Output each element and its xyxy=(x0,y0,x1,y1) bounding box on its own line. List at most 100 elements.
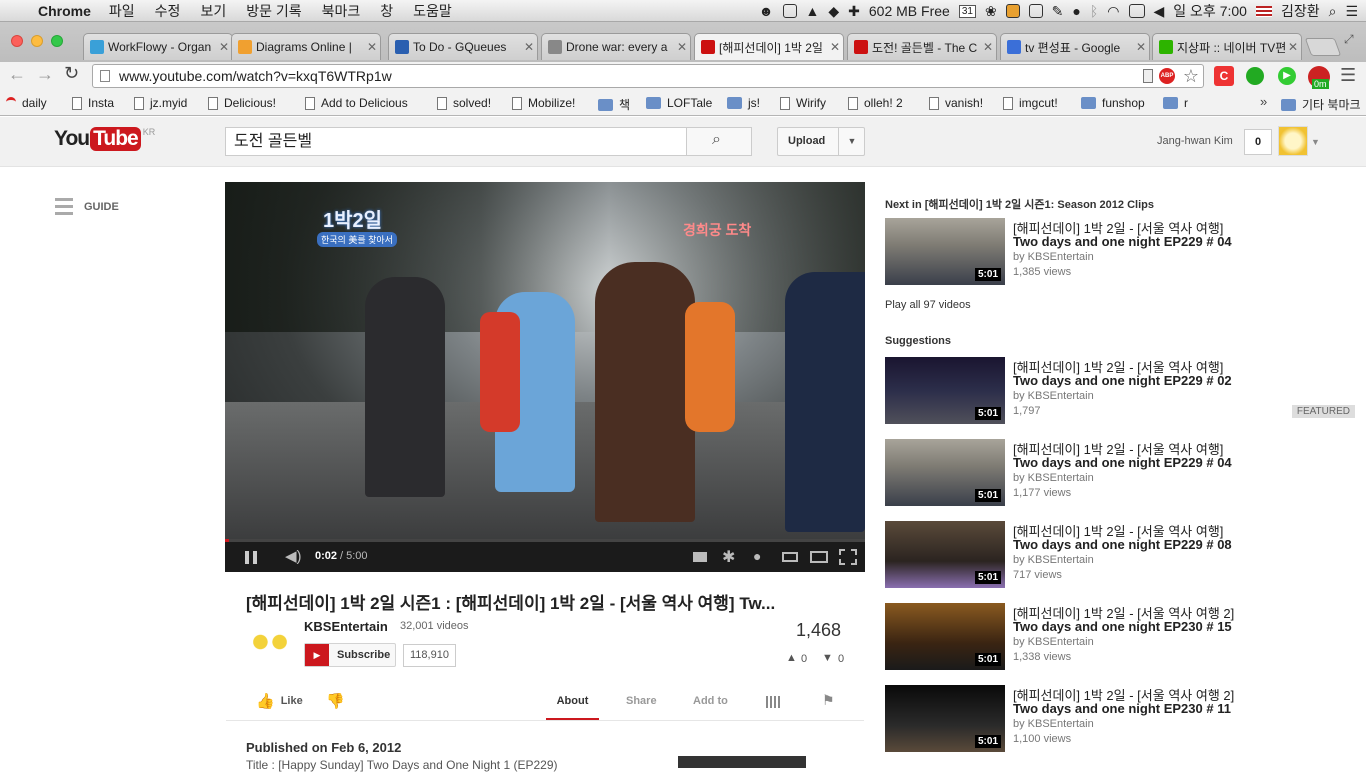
large-player-icon[interactable] xyxy=(810,551,828,563)
video-thumbnail[interactable]: 5:01 xyxy=(885,603,1005,670)
browser-tab[interactable]: Drone war: every a ✕ xyxy=(541,33,691,60)
progress-bar[interactable] xyxy=(225,539,865,542)
bookmark-item[interactable]: daily xyxy=(6,96,47,110)
paw-icon[interactable]: ❀ xyxy=(985,3,997,20)
suggested-video-item[interactable]: 5:01 [해피선데이] 1박 2일 - [서울 역사 여행] Two days a… xyxy=(885,357,1355,427)
video-title-line2[interactable]: Two days and one night EP229 # 04 xyxy=(1013,234,1232,249)
page-action-icon[interactable] xyxy=(1143,69,1153,83)
back-button[interactable]: ← xyxy=(8,64,26,85)
tab-close-icon[interactable]: ✕ xyxy=(827,40,843,54)
new-tab-button[interactable] xyxy=(1304,38,1342,56)
bookmark-item[interactable]: js! xyxy=(727,96,760,110)
spotlight-icon[interactable]: ⌕ xyxy=(1329,3,1337,20)
volume-icon[interactable]: ◀ xyxy=(1154,3,1165,20)
video-thumbnail[interactable]: 5:01 xyxy=(885,521,1005,588)
report-flag-icon[interactable]: ⚑ xyxy=(822,692,835,709)
suggested-video-item[interactable]: 5:01 [해피선데이] 1박 2일 - [서울 역사 여행 2] Two days… xyxy=(885,685,1355,755)
tab-close-icon[interactable]: ✕ xyxy=(1133,40,1149,54)
close-window-button[interactable] xyxy=(11,35,23,47)
captions-icon[interactable] xyxy=(693,552,707,562)
channel-name[interactable]: KBSEntertain xyxy=(304,619,388,634)
bookmark-item[interactable]: Insta xyxy=(72,96,114,110)
tab-close-icon[interactable]: ✕ xyxy=(674,40,690,54)
guide-button[interactable]: GUIDE xyxy=(55,198,119,216)
evernote-icon[interactable]: ✎ xyxy=(1052,3,1064,20)
menu-help[interactable]: 도움말 xyxy=(413,1,452,21)
menu-edit[interactable]: 수정 xyxy=(155,1,181,21)
video-thumbnail[interactable]: 5:01 xyxy=(885,218,1005,285)
bookmark-item[interactable]: vanish! xyxy=(929,96,983,110)
settings-gear-icon[interactable]: ✱ xyxy=(722,547,735,567)
upload-dropdown-icon[interactable]: ▼ xyxy=(838,128,865,155)
timemachine-icon[interactable] xyxy=(1128,4,1145,18)
stats-icon[interactable] xyxy=(766,696,780,708)
browser-tab[interactable]: [해피선데이] 1박 2일 ✕ xyxy=(694,33,844,60)
menu-file[interactable]: 파일 xyxy=(109,1,135,21)
menu-view[interactable]: 보기 xyxy=(200,1,226,21)
tab-share[interactable]: Share xyxy=(626,695,657,707)
adblock-icon[interactable]: ABP xyxy=(1159,68,1175,84)
alien-status-icon[interactable]: ☻ xyxy=(759,3,774,19)
minimize-window-button[interactable] xyxy=(31,35,43,47)
browser-tab[interactable]: tv 편성표 - Google ✕ xyxy=(1000,33,1150,60)
notification-center-icon[interactable]: ☰ xyxy=(1345,3,1358,20)
menu-history[interactable]: 방문 기록 xyxy=(246,1,301,21)
suggested-video-item[interactable]: 5:01 [해피선데이] 1박 2일 - [서울 역사 여행] Two days a… xyxy=(885,439,1355,509)
wifi-icon[interactable]: ◠ xyxy=(1107,3,1119,20)
bookmark-item[interactable]: r xyxy=(1163,96,1188,110)
channel-video-count[interactable]: 32,001 videos xyxy=(400,620,469,632)
bookmark-item[interactable]: LOFTale xyxy=(646,96,712,110)
video-thumbnail[interactable]: 5:01 xyxy=(885,685,1005,752)
video-title-line2[interactable]: Two days and one night EP230 # 15 xyxy=(1013,619,1232,634)
browser-tab[interactable]: WorkFlowy - Organ ✕ xyxy=(83,33,233,60)
extension-c-icon[interactable]: C xyxy=(1214,66,1234,86)
video-title-line2[interactable]: Two days and one night EP230 # 11 xyxy=(1013,701,1231,716)
drive-status-icon[interactable]: ▲ xyxy=(806,3,820,19)
tab-about[interactable]: About xyxy=(546,695,599,721)
pause-button[interactable] xyxy=(245,551,257,564)
fullscreen-icon[interactable] xyxy=(839,549,857,565)
video-thumbnail[interactable]: 5:01 xyxy=(885,439,1005,506)
video-thumbnail[interactable]: 5:01 xyxy=(885,357,1005,424)
status-box-icon[interactable] xyxy=(782,4,797,18)
browser-tab[interactable]: Diagrams Online | ✕ xyxy=(231,33,381,60)
watch-later-icon[interactable]: ● xyxy=(753,548,761,564)
free-memory-label[interactable]: 602 MB Free xyxy=(869,3,950,19)
search-button[interactable]: ⌕ xyxy=(686,127,752,156)
video-player[interactable]: 1박2일 한국의 美를 찾아서 경희궁 도착 xyxy=(225,182,865,542)
bookmark-item[interactable]: 책 xyxy=(598,96,630,113)
tab-close-icon[interactable]: ✕ xyxy=(364,40,380,54)
calendar-icon[interactable]: 31 xyxy=(958,4,976,18)
bookmark-item[interactable]: Delicious! xyxy=(208,96,276,110)
hat-icon[interactable]: ● xyxy=(1072,3,1080,19)
bookmark-star-icon[interactable]: ☆ xyxy=(1183,65,1199,87)
bookmark-item[interactable]: jz.myid xyxy=(134,96,187,110)
menu-bookmarks[interactable]: 북마크 xyxy=(322,1,361,21)
zoom-window-button[interactable] xyxy=(51,35,63,47)
bookmark-item[interactable]: olleh! 2 xyxy=(848,96,903,110)
upload-button[interactable]: Upload ▼ xyxy=(777,127,865,156)
account-dropdown-icon[interactable]: ▼ xyxy=(1311,137,1320,147)
user-name-label[interactable]: 김장환 xyxy=(1281,1,1320,21)
small-player-icon[interactable] xyxy=(782,552,798,562)
other-bookmarks[interactable]: 기타 북마크 xyxy=(1281,96,1361,113)
clock-label[interactable]: 일 오후 7:00 xyxy=(1173,1,1247,21)
dropbox-status-icon[interactable]: ◆ xyxy=(828,3,839,20)
tab-close-icon[interactable]: ✕ xyxy=(1285,40,1301,54)
notes-icon[interactable] xyxy=(1005,4,1020,18)
search-input[interactable]: 도전 골든벨 xyxy=(225,127,687,156)
next-video-item[interactable]: 5:01 [해피선데이] 1박 2일 - [서울 역사 여행] Two days… xyxy=(885,218,1355,288)
suggested-video-item[interactable]: 5:01 [해피선데이] 1박 2일 - [서울 역사 여행 2] Two days… xyxy=(885,603,1355,673)
user-name[interactable]: Jang-hwan Kim xyxy=(1157,135,1233,147)
browser-tab[interactable]: To Do - GQueues ✕ xyxy=(388,33,538,60)
suggested-video-item[interactable]: 5:01 [해피선데이] 1박 2일 - [서울 역사 여행] Two days a… xyxy=(885,521,1355,591)
video-title-line2[interactable]: Two days and one night EP229 # 04 xyxy=(1013,455,1232,470)
menu-window[interactable]: 창 xyxy=(380,1,393,21)
sync-status-icon[interactable]: ✚ xyxy=(848,3,860,20)
next-in-playlist-label[interactable]: Next in [해피선데이] 1박 2일 시즌1: Season 2012 C… xyxy=(885,196,1154,212)
like-button[interactable]: 👍 Like xyxy=(256,692,303,710)
fullscreen-icon[interactable]: ⤢ xyxy=(1344,32,1354,47)
bookmark-item[interactable]: Wirify xyxy=(780,96,826,110)
subscribe-button[interactable]: ▶ Subscribe xyxy=(304,643,396,667)
extension-play-icon[interactable]: ▶ xyxy=(1278,67,1296,85)
